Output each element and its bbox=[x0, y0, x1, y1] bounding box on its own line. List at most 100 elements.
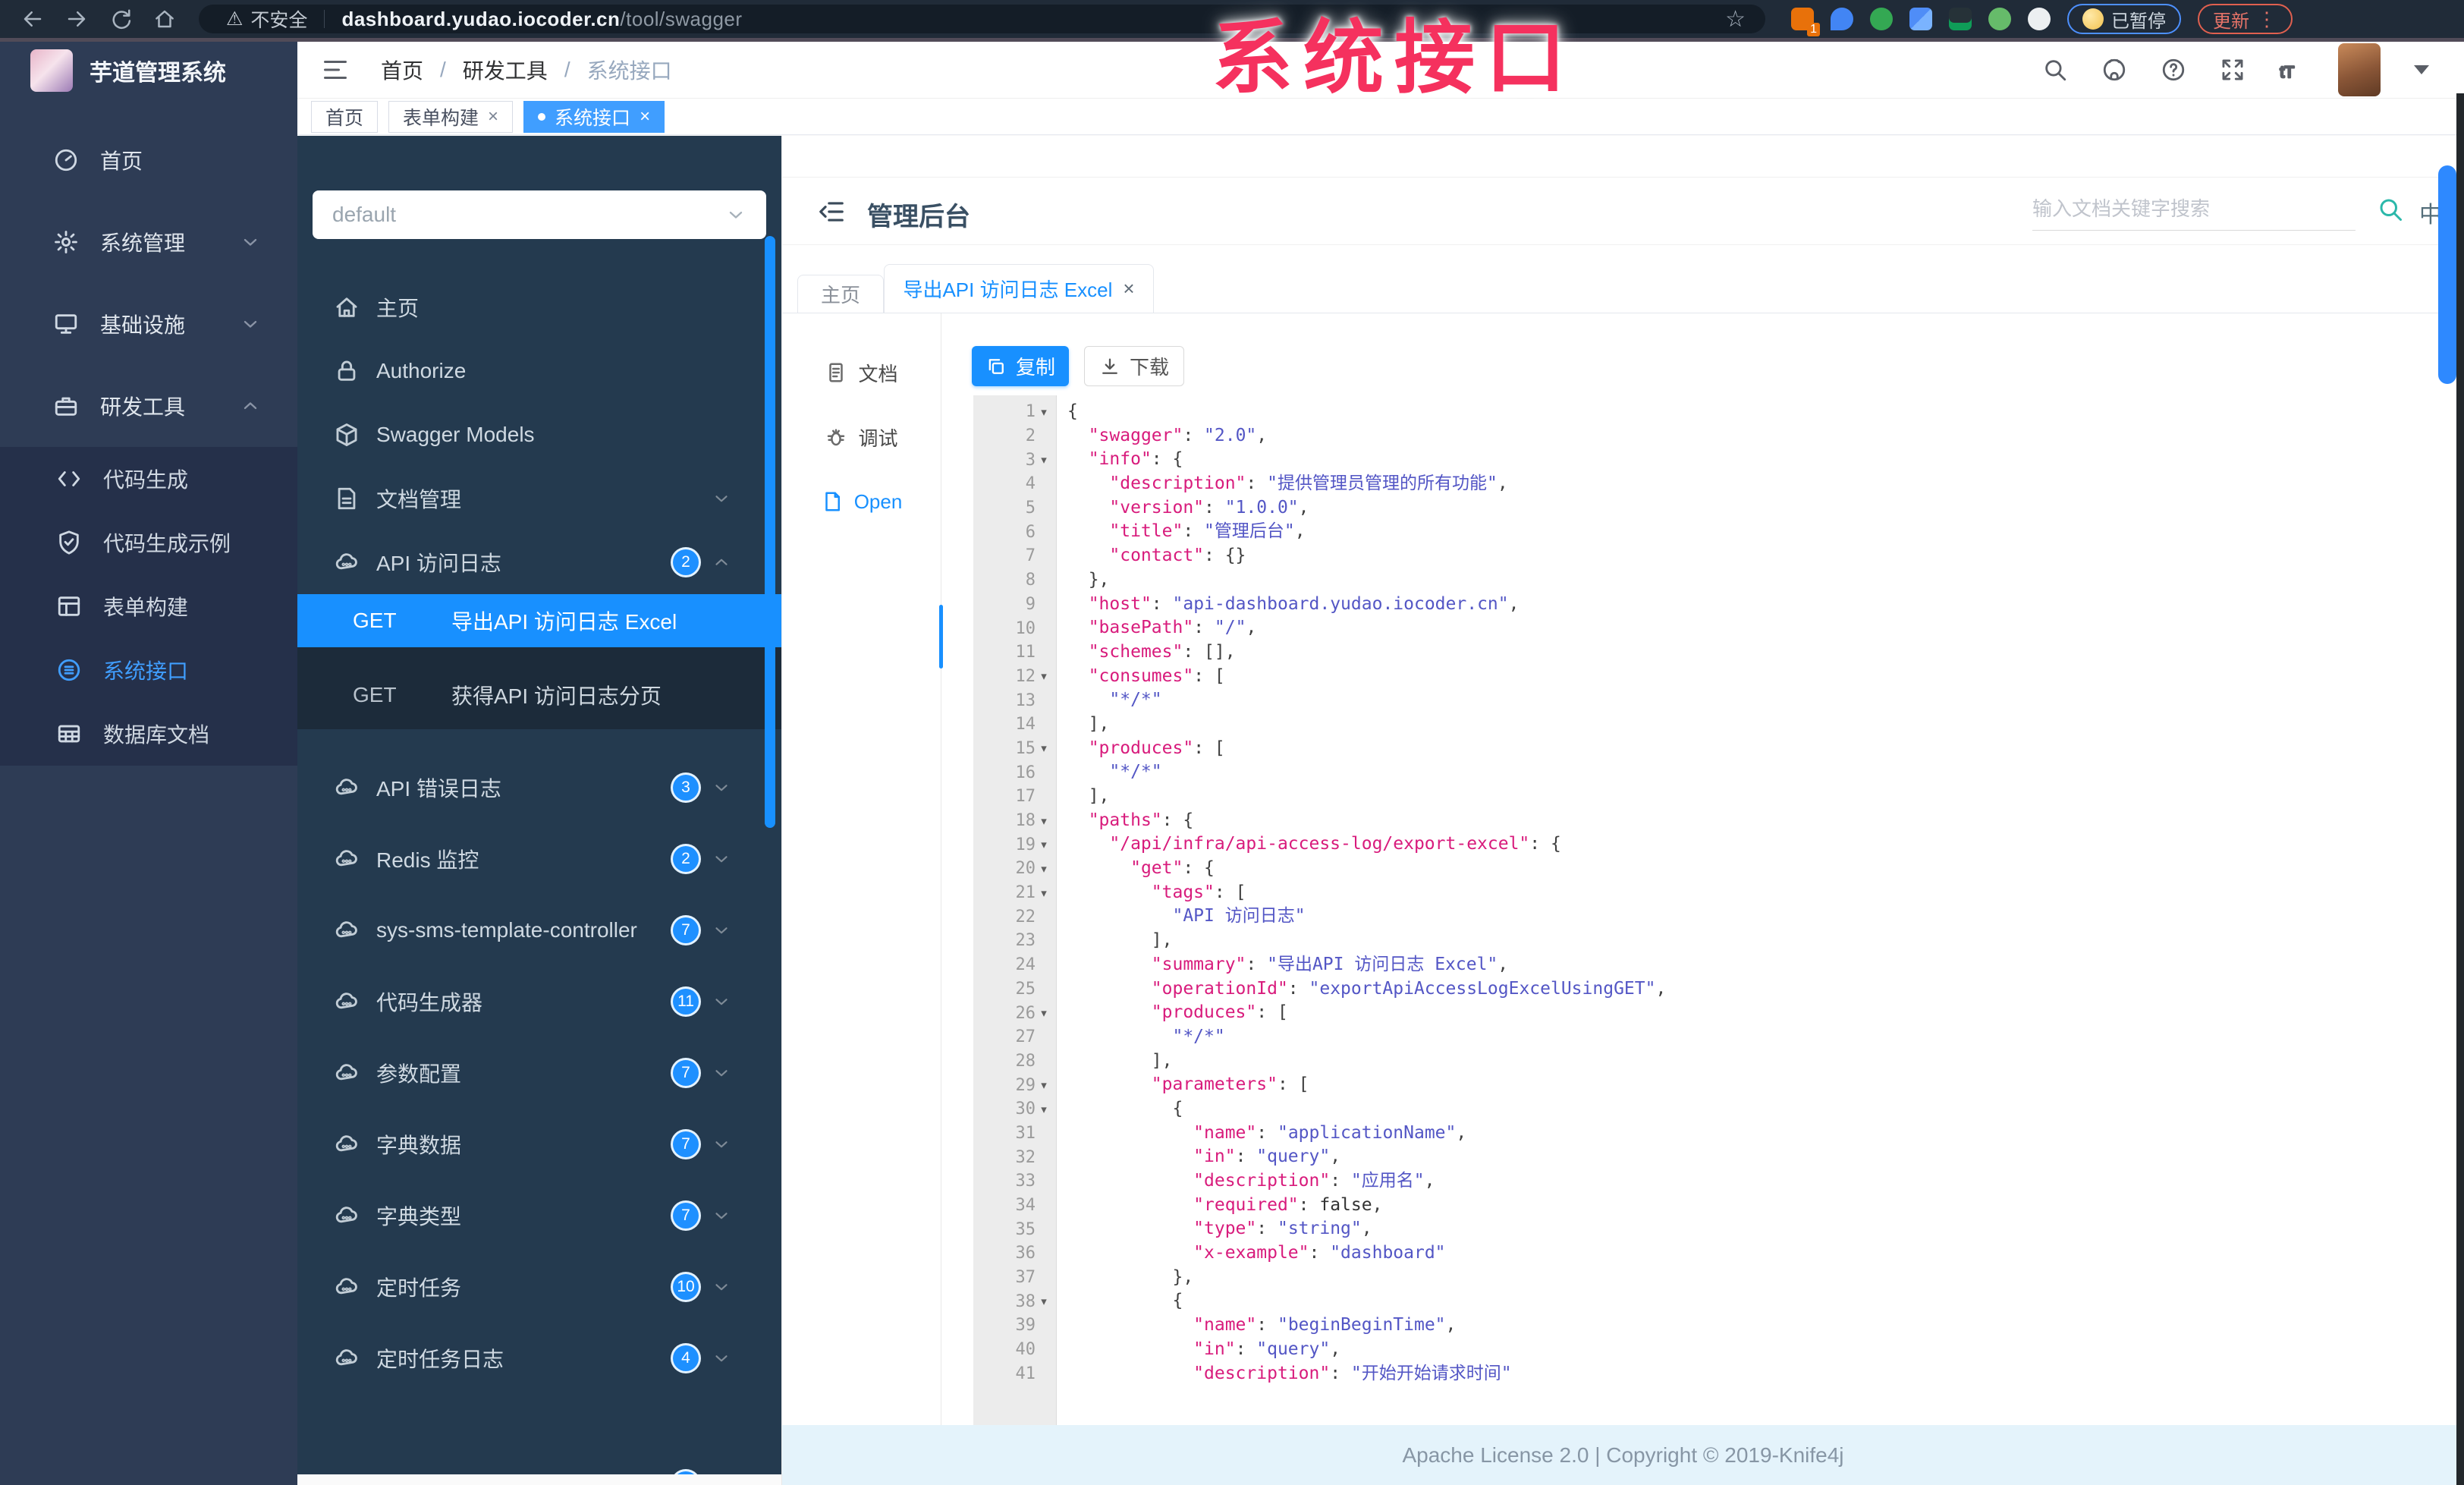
k4-item-字典类型[interactable]: 字典类型 7 bbox=[297, 1180, 781, 1251]
k4-item-定时任务日志[interactable]: 定时任务日志 4 bbox=[297, 1323, 781, 1394]
k4-item-Authorize[interactable]: Authorize bbox=[297, 339, 781, 403]
api-operation[interactable]: GET 获得API 访问日志分页 bbox=[297, 669, 781, 722]
side-nav-调试[interactable]: 调试 bbox=[782, 411, 941, 464]
browser-back-icon[interactable] bbox=[21, 8, 44, 30]
line-number: 22▾ bbox=[1015, 907, 1036, 927]
code-line: "title": "管理后台", bbox=[1109, 521, 1306, 542]
chevron-down-icon bbox=[712, 920, 731, 940]
ext-grid-icon[interactable] bbox=[1909, 8, 1932, 30]
close-icon[interactable]: × bbox=[1123, 277, 1134, 300]
sidebar-item-代码生成[interactable]: 代码生成 bbox=[0, 447, 297, 511]
fullscreen-icon[interactable] bbox=[2220, 57, 2246, 83]
font-size-icon[interactable]: tT bbox=[2279, 57, 2305, 83]
code-line: "API 访问日志" bbox=[1172, 906, 1306, 927]
k4-item-Swagger Models[interactable]: Swagger Models bbox=[297, 403, 781, 467]
k4-item-字典数据[interactable]: 字典数据 7 bbox=[297, 1109, 781, 1180]
k4-item-API 访问日志[interactable]: API 访问日志 2 bbox=[297, 530, 781, 594]
browser-forward-icon[interactable] bbox=[65, 8, 88, 30]
item-label: 字典数据 bbox=[376, 1134, 462, 1157]
count-badge: 2 bbox=[671, 547, 701, 577]
sidebar-item-表单构建[interactable]: 表单构建 bbox=[0, 574, 297, 638]
doc-search-icon[interactable] bbox=[2377, 196, 2404, 223]
ext-orange-icon[interactable]: 1 bbox=[1791, 8, 1820, 36]
sidebar-item-系统接口[interactable]: 系统接口 bbox=[0, 638, 297, 702]
tag-系统接口[interactable]: 系统接口 × bbox=[523, 100, 665, 133]
chevron-down-icon bbox=[712, 1063, 731, 1083]
not-secure-chip[interactable]: ⚠ 不安全 bbox=[226, 5, 307, 33]
item-label: 代码生成器 bbox=[376, 991, 483, 1015]
k4-item-代码生成器[interactable]: 代码生成器 11 bbox=[297, 966, 781, 1037]
k4-item-参数配置[interactable]: 参数配置 7 bbox=[297, 1037, 781, 1109]
download-icon bbox=[1099, 356, 1120, 377]
tag-表单构建[interactable]: 表单构建 × bbox=[388, 100, 514, 133]
app-logo[interactable]: 芋道管理系统 bbox=[0, 42, 297, 99]
line-number: 25▾ bbox=[1015, 979, 1036, 999]
line-number: 27▾ bbox=[1015, 1027, 1036, 1047]
line-number: 34▾ bbox=[1015, 1196, 1036, 1216]
code-line: "*/*" bbox=[1172, 1026, 1225, 1046]
k4-item-主页[interactable]: 主页 bbox=[297, 275, 781, 339]
line-number: 9▾ bbox=[1025, 594, 1036, 614]
close-icon[interactable]: × bbox=[488, 106, 498, 127]
count-badge: 7 bbox=[671, 1058, 701, 1088]
breadcrumb-home[interactable]: 首页 bbox=[381, 55, 423, 85]
swagger-icon bbox=[56, 657, 82, 683]
line-number: 36▾ bbox=[1015, 1244, 1036, 1263]
doc-title: 管理后台 bbox=[867, 203, 970, 231]
update-button[interactable]: 更新 ⋮ bbox=[2198, 4, 2293, 34]
line-number: 1 ▾ bbox=[1025, 402, 1047, 422]
breadcrumb-tools[interactable]: 研发工具 bbox=[463, 55, 548, 85]
ext-drop-icon[interactable] bbox=[1831, 8, 1853, 30]
sidebar-item-基础设施[interactable]: 基础设施 bbox=[0, 283, 297, 365]
search-icon[interactable] bbox=[2042, 57, 2068, 83]
gear-icon bbox=[53, 229, 79, 255]
knife4j-sidebar: default 主页 Authorize Swagger Models 文档管理 API… bbox=[297, 136, 781, 1485]
github-icon[interactable] bbox=[2101, 57, 2127, 83]
page-scrollbar-thumb[interactable] bbox=[2438, 165, 2456, 384]
sidebar-item-代码生成示例[interactable]: 代码生成示例 bbox=[0, 511, 297, 574]
item-label: sys-sms-template-controller bbox=[376, 918, 637, 942]
chevron-down-icon[interactable] bbox=[2414, 65, 2429, 74]
tag-首页[interactable]: 首页 bbox=[311, 100, 379, 133]
collapse-sidebar-icon[interactable] bbox=[817, 197, 846, 226]
copy-button[interactable]: 复制 bbox=[972, 346, 1069, 386]
cloud-api-icon bbox=[334, 1203, 360, 1229]
sidebar-item-研发工具[interactable]: 研发工具 bbox=[0, 365, 297, 447]
item-label: 首页 bbox=[100, 149, 143, 173]
close-icon[interactable]: × bbox=[640, 106, 650, 127]
browser-home-icon[interactable] bbox=[153, 8, 176, 30]
ext-gn-icon[interactable] bbox=[1949, 8, 1972, 30]
doc-tab-主页[interactable]: 主页 bbox=[797, 275, 884, 313]
code-line: "name": "beginBeginTime", bbox=[1193, 1315, 1457, 1336]
ext-check-icon[interactable] bbox=[1870, 8, 1893, 30]
code-line: "paths": { bbox=[1088, 810, 1194, 830]
sidebar-item-首页[interactable]: 首页 bbox=[0, 119, 297, 201]
k4-item-sys-sms-template-controller[interactable]: sys-sms-template-controller 7 bbox=[297, 895, 781, 966]
line-number: 3 ▾ bbox=[1025, 450, 1047, 470]
help-icon[interactable] bbox=[2161, 57, 2186, 83]
profile-paused-button[interactable]: 已暂停 bbox=[2067, 4, 2181, 34]
k4-item-定时任务[interactable]: 定时任务 10 bbox=[297, 1251, 781, 1323]
ext-leaf-icon[interactable] bbox=[1988, 8, 2011, 30]
sidebar-item-系统管理[interactable]: 系统管理 bbox=[0, 201, 297, 283]
user-avatar[interactable] bbox=[2338, 43, 2381, 96]
k4-item-文档管理[interactable]: 文档管理 bbox=[297, 467, 781, 530]
k4-item-API 错误日志[interactable]: API 错误日志 3 bbox=[297, 752, 781, 823]
ext-star-icon[interactable] bbox=[2028, 8, 2051, 30]
browser-menu-icon[interactable]: ⋮ bbox=[2257, 8, 2277, 31]
k4-item-Redis 监控[interactable]: Redis 监控 2 bbox=[297, 823, 781, 895]
side-nav-文档[interactable]: 文档 bbox=[782, 346, 941, 399]
sidebar-item-数据库文档[interactable]: 数据库文档 bbox=[0, 702, 297, 766]
code-editor[interactable]: 1▾ 2▾ 3▾ 4▾ 5▾ 6▾ 7▾ 8▾ 9▾ 10▾ 11▾ 12▾ 13▾ 14▾ 15▾ 16▾ 1… bbox=[973, 395, 2439, 1426]
code-line: "description": "开始开始请求时间" bbox=[1193, 1363, 1512, 1383]
side-nav-Open[interactable]: Open bbox=[782, 475, 941, 528]
sidebar-scrollbar-thumb[interactable] bbox=[765, 236, 775, 828]
doc-search-input[interactable] bbox=[2032, 188, 2356, 231]
doc-tab-导出API 访问日志 Excel[interactable]: 导出API 访问日志 Excel × bbox=[884, 264, 1154, 313]
hamburger-icon[interactable] bbox=[322, 56, 349, 83]
download-button[interactable]: 下载 bbox=[1084, 346, 1184, 386]
bookmark-star-icon[interactable]: ☆ bbox=[1725, 6, 1746, 33]
browser-reload-icon[interactable] bbox=[109, 8, 132, 30]
api-group-select[interactable]: default bbox=[313, 190, 766, 239]
api-operation[interactable]: GET 导出API 访问日志 Excel bbox=[297, 594, 781, 647]
